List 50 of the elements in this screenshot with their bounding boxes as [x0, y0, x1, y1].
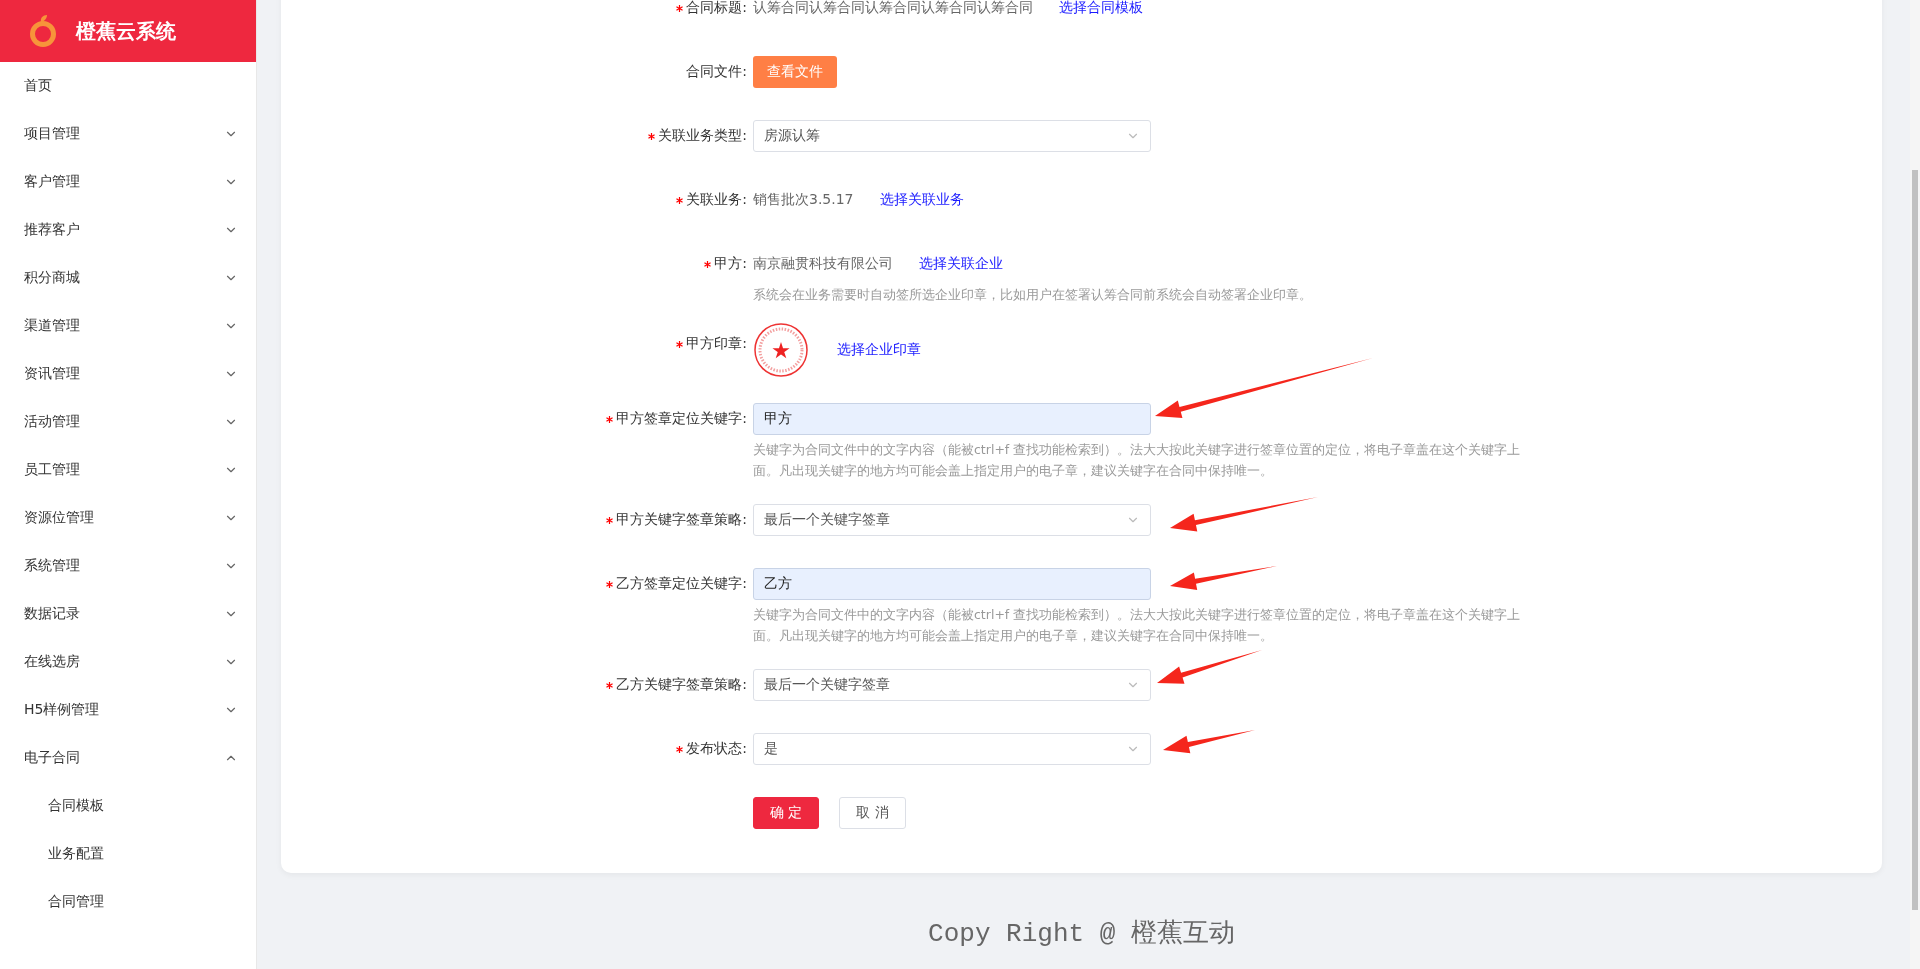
seal-stamp-drawing	[753, 322, 809, 378]
menu-item[interactable]: 项目管理	[0, 110, 256, 158]
field-label: 关联业务:	[686, 191, 747, 209]
logo-text: 橙蕉云系统	[76, 17, 176, 45]
select-field[interactable]: 最后一个关键字签章	[753, 504, 1151, 536]
menu-item[interactable]: 首页	[0, 62, 256, 110]
select-link[interactable]: 选择合同模板	[1059, 0, 1143, 17]
cancel-button[interactable]: 取 消	[839, 797, 906, 829]
submenu-item[interactable]: 合同管理	[0, 878, 256, 926]
menu-item[interactable]: H5样例管理	[0, 686, 256, 734]
submenu-item[interactable]: 业务配置	[0, 830, 256, 878]
menu-item[interactable]: 员工管理	[0, 446, 256, 494]
select-field[interactable]: 是	[753, 733, 1151, 765]
select-field[interactable]: 最后一个关键字签章	[753, 669, 1151, 701]
menu-item[interactable]: 客户管理	[0, 158, 256, 206]
menu-item[interactable]: 数据记录	[0, 590, 256, 638]
input-field[interactable]: 甲方	[753, 403, 1151, 435]
menu-item[interactable]: 积分商城	[0, 254, 256, 302]
menu-item[interactable]: 系统管理	[0, 542, 256, 590]
menu-item[interactable]: 渠道管理	[0, 302, 256, 350]
field-value: 认筹合同认筹合同认筹合同认筹合同认筹合同	[753, 0, 1033, 17]
confirm-button[interactable]: 确 定	[753, 797, 820, 829]
field-label: 甲方印章:	[686, 335, 747, 353]
select-link[interactable]: 选择关联业务	[879, 191, 964, 209]
copyright-text: Copy Right @ 橙蕉互动	[927, 918, 1236, 950]
input-field[interactable]: 乙方	[753, 568, 1151, 600]
field-label: 甲方:	[714, 255, 747, 273]
field-label: 合同文件:	[686, 63, 747, 81]
field-label: 合同标题:	[686, 0, 747, 17]
menu-item[interactable]: 活动管理	[0, 398, 256, 446]
field-value: 南京融贯科技有限公司	[753, 255, 893, 273]
field-value: 销售批次3.5.17	[753, 191, 854, 209]
scrollbar[interactable]	[1910, 0, 1920, 969]
logo-icon	[28, 14, 58, 48]
field-label: 发布状态:	[686, 740, 747, 758]
select-link[interactable]: 选择企业印章	[837, 341, 921, 359]
menu-item[interactable]: 资讯管理	[0, 350, 256, 398]
select-field[interactable]: 房源认筹	[753, 120, 1151, 152]
menu-item[interactable]: 资源位管理	[0, 494, 256, 542]
submenu-item[interactable]: 合同模板	[0, 782, 256, 830]
select-link[interactable]: 选择关联企业	[919, 255, 1003, 273]
menu-item[interactable]: 在线选房	[0, 638, 256, 686]
menu-item[interactable]: 推荐客户	[0, 206, 256, 254]
field-label: 乙方关键字签章策略:	[616, 676, 747, 694]
hint-text: 系统会在业务需要时自动签所选企业印章，比如用户在签署认筹合同前系统会自动签署企业印章。	[753, 286, 1313, 304]
field-label: 甲方关键字签章策略:	[616, 511, 747, 529]
field-label: 甲方签章定位关键字:	[616, 410, 747, 428]
field-label: 乙方签章定位关键字:	[616, 575, 747, 593]
field-label: 关联业务类型:	[658, 127, 747, 145]
menu-item[interactable]: 电子合同	[0, 734, 256, 782]
